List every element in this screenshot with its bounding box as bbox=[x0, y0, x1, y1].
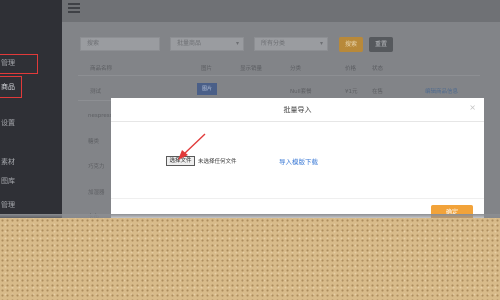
modal-divider bbox=[111, 198, 484, 199]
column-header-image: 图片 bbox=[201, 66, 213, 72]
table-cell-price: ¥1元 bbox=[345, 89, 358, 95]
annotation-box-products bbox=[0, 76, 22, 98]
table-cell-name: 巧克力 bbox=[88, 164, 105, 170]
chevron-down-icon: ▾ bbox=[319, 40, 323, 47]
column-header-price: 价格 bbox=[345, 66, 357, 72]
hamburger-menu-icon[interactable] bbox=[68, 3, 80, 13]
category-select-value: 所有分类 bbox=[261, 40, 286, 47]
textured-surface bbox=[0, 218, 500, 300]
reset-button[interactable]: 重置 bbox=[369, 37, 393, 52]
table-cell-name: 糖类 bbox=[88, 139, 100, 145]
category-select[interactable]: 所有分类 ▾ bbox=[254, 37, 328, 51]
annotation-arrow-icon bbox=[178, 133, 206, 160]
sidebar-item-admin[interactable]: 管理 bbox=[0, 199, 62, 211]
template-download-link[interactable]: 导入模版下载 bbox=[279, 156, 318, 166]
sidebar-item-label: 管理 bbox=[1, 201, 15, 209]
product-thumbnail: 图片 bbox=[197, 83, 217, 95]
sidebar-item-label: 图库 bbox=[1, 177, 15, 185]
sidebar-item-label: 素材 bbox=[1, 158, 15, 166]
sidebar-item-material[interactable]: 素材 bbox=[0, 156, 62, 168]
search-input[interactable]: 搜索 bbox=[80, 37, 160, 51]
table-cell-name: 测试 bbox=[90, 89, 102, 95]
product-select-value: 批量商品 bbox=[177, 40, 202, 47]
search-placeholder: 搜索 bbox=[87, 40, 100, 47]
column-header-name: 商品名称 bbox=[90, 66, 113, 72]
search-button[interactable]: 搜索 bbox=[339, 37, 363, 52]
column-header-status: 状态 bbox=[372, 66, 384, 72]
table-cell-status: 在售 bbox=[372, 89, 384, 95]
sidebar-item-gallery[interactable]: 图库 bbox=[0, 175, 62, 187]
import-modal: 批量导入 × 选择文件 未选择任何文件 导入模版下载 确定 bbox=[111, 98, 484, 226]
close-icon[interactable]: × bbox=[469, 103, 476, 112]
row-action-link[interactable]: 编辑商品信息 bbox=[425, 87, 458, 95]
screen: 管理 商品 设置 素材 图库 管理 搜索 批量商品 ▾ 所有分类 ▾ 搜索 重置 商… bbox=[0, 0, 500, 300]
modal-title: 批量导入 bbox=[283, 106, 312, 114]
chevron-down-icon: ▾ bbox=[235, 40, 239, 47]
column-header-category: 分类 bbox=[290, 66, 302, 72]
top-bar bbox=[62, 0, 500, 22]
table-divider bbox=[78, 75, 480, 76]
annotation-box-manage bbox=[0, 54, 38, 74]
sidebar-item-label: 设置 bbox=[1, 119, 15, 127]
sidebar-item-settings[interactable]: 设置 bbox=[0, 117, 62, 129]
product-select[interactable]: 批量商品 ▾ bbox=[170, 37, 244, 51]
sidebar: 管理 商品 设置 素材 图库 管理 bbox=[0, 0, 62, 230]
table-cell-name: 加湿器 bbox=[88, 190, 105, 196]
modal-header: 批量导入 × bbox=[111, 98, 484, 122]
table-cell-category: Null套餐 bbox=[290, 89, 312, 95]
column-header-sales: 显示销量 bbox=[240, 66, 263, 72]
table-right-edge bbox=[484, 98, 500, 230]
